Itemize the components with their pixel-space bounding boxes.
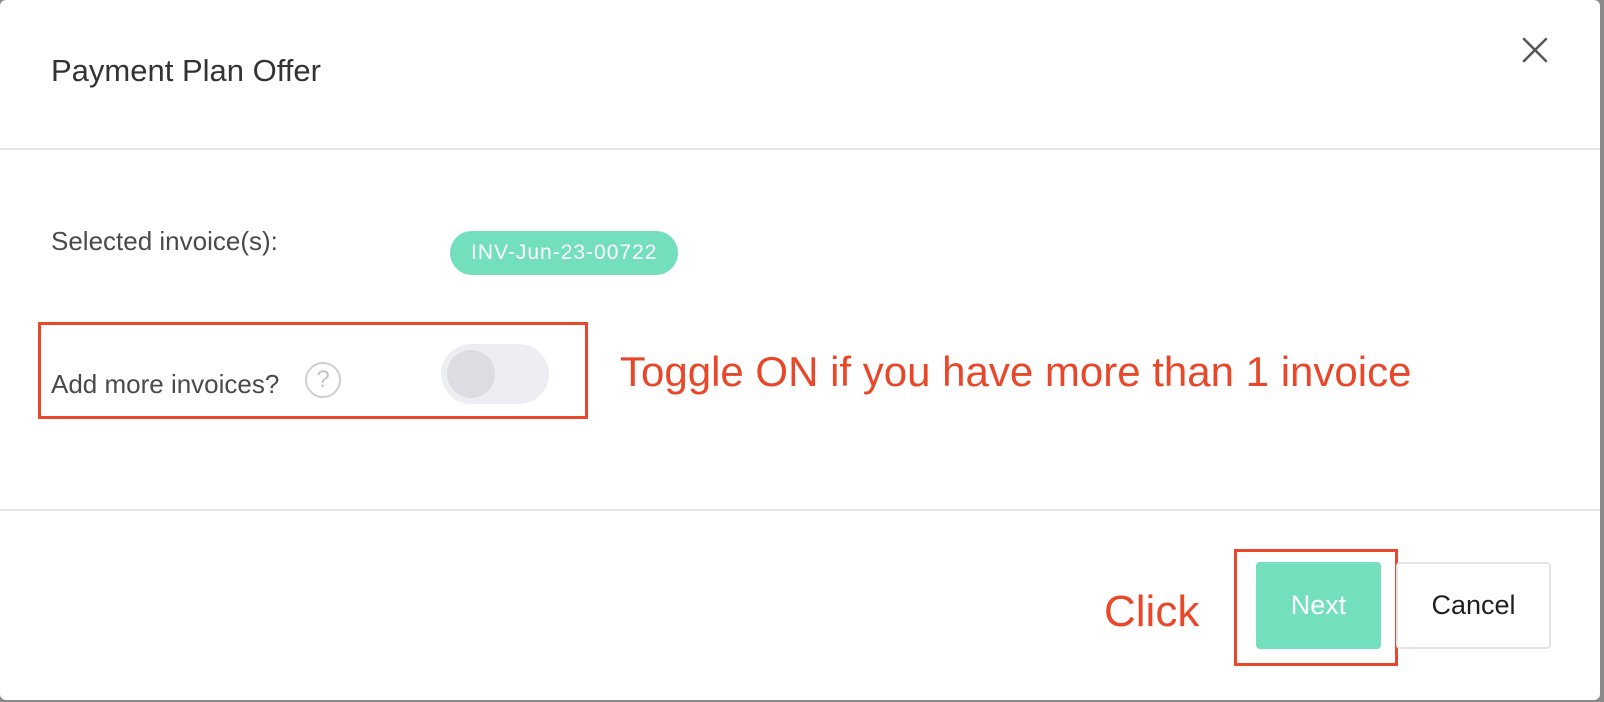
close-icon xyxy=(1522,37,1548,63)
selected-invoices-label: Selected invoice(s): xyxy=(51,226,278,256)
help-icon[interactable]: ? xyxy=(305,362,341,398)
toggle-knob xyxy=(447,350,495,398)
footer-divider xyxy=(0,509,1600,511)
payment-plan-modal: Payment Plan Offer Selected invoice(s): … xyxy=(0,0,1600,700)
click-hint-annotation: Click xyxy=(1104,587,1200,636)
add-more-invoices-label: Add more invoices? xyxy=(51,369,280,399)
next-button[interactable]: Next xyxy=(1256,562,1381,649)
close-button[interactable] xyxy=(1515,30,1555,70)
modal-title: Payment Plan Offer xyxy=(51,53,321,88)
cancel-button[interactable]: Cancel xyxy=(1396,562,1551,649)
add-more-invoices-toggle[interactable] xyxy=(441,344,549,404)
toggle-hint-annotation: Toggle ON if you have more than 1 invoic… xyxy=(620,348,1412,395)
modal-header: Payment Plan Offer xyxy=(0,0,1600,150)
invoice-badge: INV-Jun-23-00722 xyxy=(450,231,679,275)
